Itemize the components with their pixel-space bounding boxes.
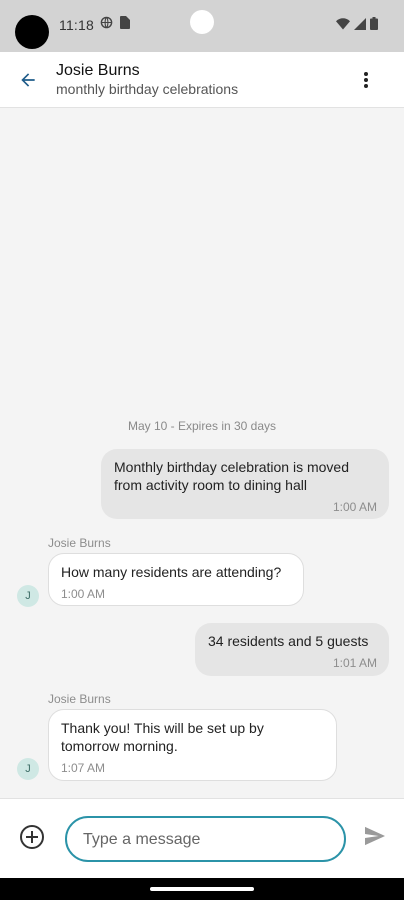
sender-name: Josie Burns [48,536,111,550]
navigation-bar [0,878,404,900]
message-timestamp: 1:00 AM [332,500,377,514]
send-button[interactable] [364,826,386,848]
message-timestamp: 1:01 AM [332,656,377,670]
conversation-subject: monthly birthday celebrations [56,81,239,97]
message-text: 34 residents and 5 guests [208,633,369,649]
compose-bar [0,798,404,878]
battery-icon [370,17,378,35]
message-input-container[interactable] [65,816,346,862]
message-input[interactable] [83,828,333,852]
avatar[interactable]: J [17,585,39,607]
sim-card-icon [119,16,130,34]
wifi-icon [336,17,350,35]
avatar[interactable]: J [17,758,39,780]
status-bar: 11:18 [0,0,404,52]
add-circle-icon [20,825,44,849]
status-time: 11:18 [59,17,94,33]
sender-name: Josie Burns [48,692,111,706]
message-timestamp: 1:07 AM [61,761,106,775]
outgoing-message-bubble[interactable]: Monthly birthday celebration is moved fr… [101,449,389,519]
vpn-globe-icon [100,16,113,34]
system-icons [336,17,378,35]
home-gesture-handle[interactable] [150,887,254,891]
message-list[interactable]: May 10 - Expires in 30 days Monthly birt… [0,108,404,798]
more-vert-icon [364,72,368,88]
message-timestamp: 1:00 AM [61,587,106,601]
message-text: Monthly birthday celebration is moved fr… [114,459,350,493]
more-options-button[interactable] [354,68,378,92]
incoming-message-bubble[interactable]: Thank you! This will be set up by tomorr… [48,709,337,781]
date-separator: May 10 - Expires in 30 days [127,419,277,433]
notification-dot [190,10,214,34]
contact-name: Josie Burns [56,62,140,79]
add-attachment-button[interactable] [19,824,45,850]
camera-cutout [15,15,49,49]
cell-signal-icon [354,17,366,35]
arrow-back-icon [21,73,35,87]
outgoing-message-bubble[interactable]: 34 residents and 5 guests 1:01 AM [195,623,389,676]
send-icon [365,826,385,846]
incoming-message-bubble[interactable]: How many residents are attending? 1:00 A… [48,553,304,606]
back-button[interactable] [14,66,42,94]
message-text: How many residents are attending? [61,564,282,580]
conversation-header: Josie Burns monthly birthday celebration… [0,52,404,108]
phone-screen: 11:18 Josie Burns monthly birthday celeb… [0,0,404,900]
message-text: Thank you! This will be set up by tomorr… [61,720,264,754]
